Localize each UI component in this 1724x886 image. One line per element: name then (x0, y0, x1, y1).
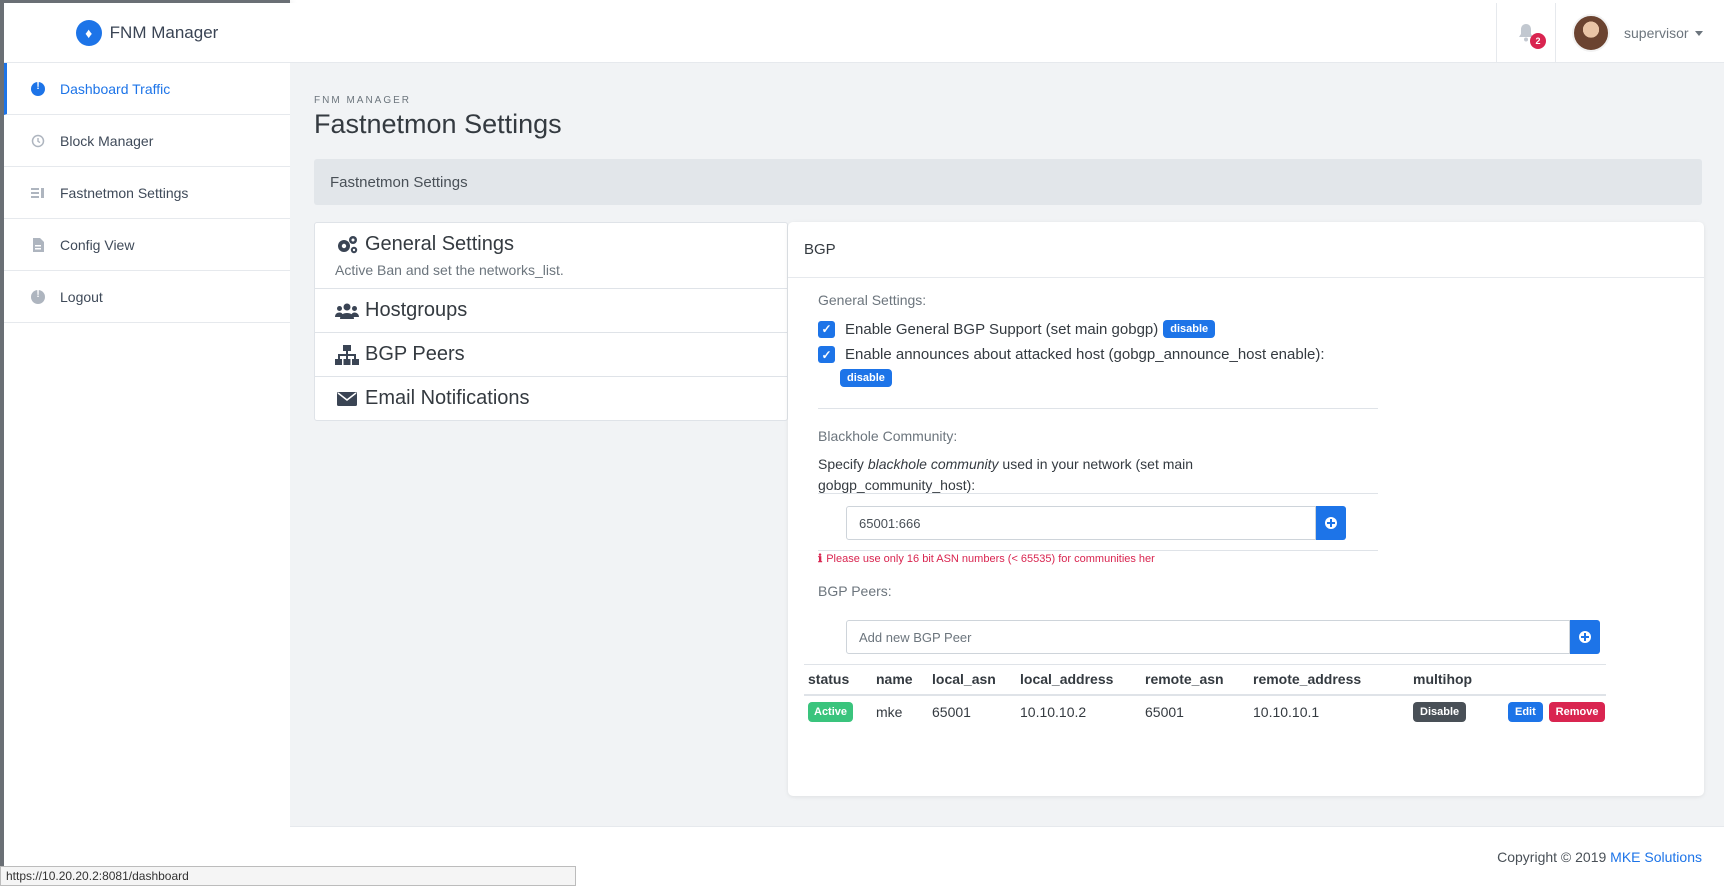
peer-name: mke (876, 704, 903, 720)
chevron-down-icon (1694, 30, 1703, 36)
main-content: FNM MANAGER Fastnetmon Settings Fastnetm… (290, 63, 1724, 886)
page-eyebrow: FNM MANAGER (314, 95, 411, 106)
status-badge: Active (808, 702, 854, 722)
column-header: local_address (1016, 664, 1141, 696)
top-header: 2 supervisor (290, 3, 1724, 63)
diamond-logo-icon: ♦ (75, 19, 102, 46)
local-asn: 65001 (932, 704, 971, 720)
sidebar-item-fastnetmon-settings[interactable]: Fastnetmon Settings (4, 167, 290, 219)
info-icon: ℹ (818, 553, 823, 565)
sidebar-item-label: Dashboard Traffic (60, 80, 171, 97)
plus-circle-icon (1579, 631, 1591, 643)
bgp-peers-table: status name local_asn local_address remo… (804, 664, 1606, 729)
settings-item-hostgroups[interactable]: Hostgroups (315, 289, 787, 333)
add-community-button[interactable] (1316, 506, 1346, 540)
column-header: name (872, 664, 928, 696)
alert-circle-icon (30, 81, 46, 97)
general-settings-label: General Settings: (818, 292, 927, 308)
sidebar-item-config-view[interactable]: Config View (4, 219, 290, 271)
sidebar-item-label: Config View (60, 236, 135, 253)
bgp-card-title: BGP (788, 222, 1704, 278)
users-icon (335, 301, 359, 321)
plus-circle-icon (1325, 517, 1337, 529)
history-icon (30, 133, 46, 149)
column-header: remote_address (1249, 664, 1409, 696)
remote-asn: 65001 (1145, 704, 1184, 720)
peer-input-group (846, 620, 1600, 654)
column-header: status (804, 664, 872, 696)
settings-item-email-notifications[interactable]: Email Notifications (315, 377, 787, 420)
blackhole-description: Specify blackhole community used in your… (818, 456, 1194, 493)
divider (818, 550, 1378, 551)
sidebar-item-block-manager[interactable]: Block Manager (4, 115, 290, 167)
divider (818, 408, 1378, 409)
sidebar: ♦ FNM Manager Dashboard Traffic Block Ma… (0, 0, 290, 886)
enable-bgp-label: Enable General BGP Support (set main gob… (845, 320, 1159, 338)
settings-menu: General Settings Active Ban and set the … (314, 222, 788, 421)
community-warning: ℹ Please use only 16 bit ASN numbers (< … (818, 552, 1155, 566)
blackhole-community-label: Blackhole Community: (818, 428, 958, 444)
column-header (1504, 664, 1606, 696)
envelope-icon (335, 389, 359, 409)
community-input[interactable] (846, 506, 1316, 540)
add-peer-input[interactable] (846, 620, 1570, 654)
user-menu[interactable]: supervisor (1556, 3, 1724, 63)
community-input-group (846, 506, 1346, 540)
section-header: Fastnetmon Settings (314, 159, 1702, 205)
edit-peer-button[interactable]: Edit (1508, 702, 1543, 722)
remote-address: 10.10.10.1 (1253, 704, 1320, 720)
column-header: multihop (1409, 664, 1504, 696)
sidebar-item-label: Logout (60, 288, 103, 305)
sidebar-item-logout[interactable]: Logout (4, 271, 290, 323)
disable-bgp-button[interactable]: disable (1163, 320, 1216, 338)
add-peer-button[interactable] (1570, 620, 1600, 654)
enable-bgp-row: ✓ Enable General BGP Support (set main g… (818, 320, 1216, 338)
company-link[interactable]: MKE Solutions (1610, 849, 1702, 865)
notifications-button[interactable]: 2 (1496, 3, 1556, 63)
avatar (1572, 14, 1610, 52)
bgp-peers-label: BGP Peers: (818, 583, 892, 599)
disable-announce-button[interactable]: disable (840, 369, 892, 387)
sitemap-icon (335, 344, 359, 365)
settings-item-title: BGP Peers (365, 343, 465, 365)
sidebar-item-dashboard-traffic[interactable]: Dashboard Traffic (4, 63, 290, 115)
user-name: supervisor (1624, 25, 1689, 41)
sidebar-item-label: Fastnetmon Settings (60, 184, 189, 201)
enable-bgp-checkbox[interactable]: ✓ (818, 320, 835, 338)
column-header: local_asn (928, 664, 1016, 696)
settings-item-title: General Settings (365, 233, 514, 255)
enable-announce-row: ✓ Enable announces about attacked host (… (818, 346, 1325, 363)
multihop-disable-button[interactable]: Disable (1413, 702, 1467, 722)
alert-circle-icon (30, 289, 46, 305)
list-icon (30, 185, 46, 201)
enable-announce-label: Enable announces about attacked host (go… (845, 346, 1325, 363)
bgp-card: BGP General Settings: ✓ Enable General B… (788, 222, 1704, 796)
brand[interactable]: ♦ FNM Manager (4, 3, 290, 63)
local-address: 10.10.10.2 (1020, 704, 1087, 720)
browser-status-url: https://10.20.20.2:8081/dashboard (0, 866, 576, 886)
column-header: remote_asn (1141, 664, 1249, 696)
copyright: Copyright © 2019 MKE Solutions (1497, 849, 1702, 865)
remove-peer-button[interactable]: Remove (1548, 702, 1606, 722)
enable-announce-checkbox[interactable]: ✓ (818, 346, 835, 363)
divider (818, 493, 1378, 494)
settings-item-general[interactable]: General Settings Active Ban and set the … (315, 223, 787, 289)
table-row: Active mke 65001 10.10.10.2 65001 10.10.… (804, 695, 1606, 729)
page-title: Fastnetmon Settings (314, 109, 562, 139)
settings-item-title: Email Notifications (365, 387, 530, 409)
settings-item-subtitle: Active Ban and set the networks_list. (335, 262, 564, 278)
settings-item-title: Hostgroups (365, 299, 468, 321)
notification-count-badge: 2 (1530, 33, 1546, 49)
file-icon (30, 237, 46, 253)
settings-item-bgp-peers[interactable]: BGP Peers (315, 333, 787, 377)
sidebar-item-label: Block Manager (60, 132, 154, 149)
cogs-icon (335, 235, 359, 255)
brand-name: FNM Manager (109, 22, 219, 42)
bell-icon: 2 (1518, 23, 1546, 49)
